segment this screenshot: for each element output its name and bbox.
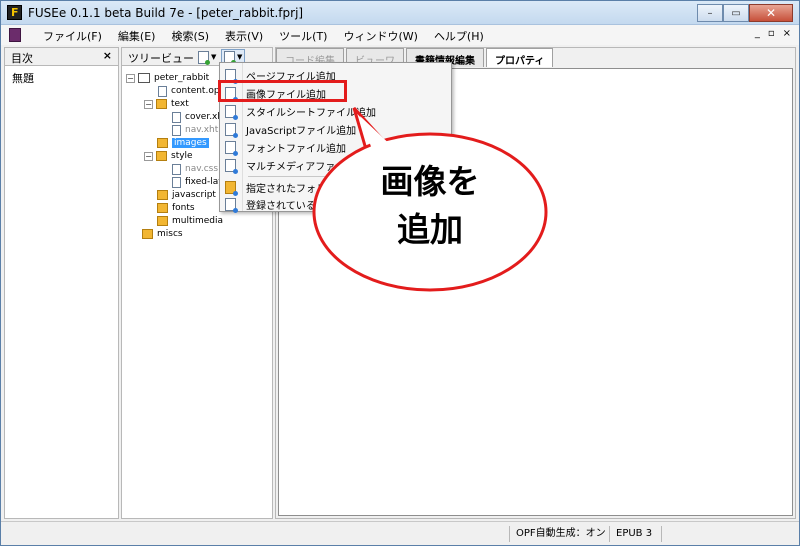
add-font-icon (225, 140, 238, 156)
collapse-icon[interactable]: − (144, 151, 153, 161)
file-icon (172, 163, 181, 175)
menu-tools[interactable]: ツール(T) (271, 28, 335, 44)
menu-help[interactable]: ヘルプ(H) (426, 28, 492, 44)
collapse-icon[interactable]: − (126, 73, 135, 83)
toc-panel-header: 目次 × (5, 48, 118, 66)
tree-node-nav-css[interactable]: nav.css (172, 163, 218, 175)
folder-icon (142, 229, 153, 239)
tree-node-miscs[interactable]: miscs (142, 228, 183, 240)
tree-node-content-opf[interactable]: content.opf (158, 85, 223, 97)
app-icon: F (7, 5, 22, 20)
document-icon[interactable] (9, 28, 21, 42)
add-javascript-icon (225, 122, 238, 138)
add-file-dropdown-button[interactable]: ▼ (198, 49, 216, 65)
menu-item-add-font[interactable]: フォントファイル追加 (220, 138, 451, 156)
folder-icon (156, 99, 167, 109)
menu-item-add-stylesheet[interactable]: スタイルシートファイル追加 (220, 102, 451, 120)
status-empty (661, 526, 721, 542)
toc-panel: 目次 × 無題 (4, 47, 119, 519)
menu-item-label: JavaScriptファイル追加 (246, 125, 357, 137)
add-stylesheet-icon (225, 104, 238, 120)
tree-panel-title: ツリービュー (128, 52, 194, 65)
folder-icon (225, 180, 238, 196)
menu-item-label: スタイルシートファイル追加 (246, 107, 376, 119)
tree-node-style[interactable]: − style (144, 150, 193, 162)
folder-icon (157, 138, 168, 148)
folder-icon (157, 216, 168, 226)
tree-node-images[interactable]: images (157, 137, 209, 149)
menu-item-label: 登録されている (246, 200, 316, 212)
menu-item-add-javascript[interactable]: JavaScriptファイル追加 (220, 120, 451, 138)
restore-button[interactable]: ▭ (723, 4, 749, 22)
status-epub-version: EPUB 3 (609, 526, 652, 542)
tree-node-text[interactable]: − text (144, 98, 189, 110)
close-button[interactable]: ✕ (749, 4, 793, 22)
folder-icon (157, 190, 168, 200)
highlight-box (218, 80, 347, 102)
add-multimedia-icon (225, 158, 238, 174)
menu-item-label: 指定されたフォルダ (246, 183, 336, 195)
tree-node-javascript[interactable]: javascript (157, 189, 216, 201)
app-icon-letter: F (11, 6, 19, 19)
collapse-icon[interactable]: − (144, 99, 153, 109)
tree-node-label: nav.css (185, 164, 219, 174)
menu-edit[interactable]: 編集(E) (110, 28, 164, 44)
tree-node-fonts[interactable]: fonts (157, 202, 195, 214)
status-bar: OPF自動生成：オン EPUB 3 (1, 521, 799, 545)
tree-node-multimedia[interactable]: multimedia (157, 215, 223, 227)
tree-node-label: images (172, 138, 209, 148)
file-icon (158, 85, 167, 97)
toc-panel-title: 目次 (11, 52, 33, 65)
registered-file-icon (225, 197, 238, 213)
menu-search[interactable]: 検索(S) (163, 28, 217, 44)
toc-item[interactable]: 無題 (12, 70, 34, 86)
tree-node-label: text (171, 99, 189, 109)
tree-node-label: content.opf (171, 86, 223, 96)
tree-node-label: miscs (157, 229, 183, 239)
window-controls: – ▭ ✕ (697, 4, 793, 22)
callout-text: 画像を 追加 (330, 158, 530, 254)
tree-node-label: javascript (172, 190, 216, 200)
file-icon (172, 176, 181, 188)
tree-node-label: peter_rabbit (154, 73, 210, 83)
dropdown-arrow-icon: ▼ (237, 53, 243, 61)
callout-line-2: 追加 (397, 210, 463, 249)
menu-item-label: フォントファイル追加 (246, 143, 346, 155)
tree-node-label: fonts (172, 203, 195, 213)
file-icon (172, 124, 181, 136)
mdi-minimize-button[interactable]: _ (755, 28, 760, 39)
menu-items: ファイル(F) 編集(E) 検索(S) 表示(V) ツール(T) ウィンドウ(W… (35, 28, 492, 44)
folder-icon (157, 203, 168, 213)
minimize-button[interactable]: – (697, 4, 723, 22)
menu-window[interactable]: ウィンドウ(W) (335, 28, 425, 44)
menu-bar: ファイル(F) 編集(E) 検索(S) 表示(V) ツール(T) ウィンドウ(W… (1, 25, 799, 45)
tab-properties[interactable]: プロパティ (486, 48, 554, 67)
menu-file[interactable]: ファイル(F) (35, 28, 110, 44)
menu-view[interactable]: 表示(V) (217, 28, 271, 44)
window-title: FUSEe 0.1.1 beta Build 7e - [peter_rabbi… (28, 6, 304, 20)
tree-node-label: multimedia (172, 216, 224, 226)
tree-node-label: style (171, 151, 193, 161)
callout-line-1: 画像を (380, 162, 480, 201)
status-opf-auto: OPF自動生成：オン (509, 526, 606, 542)
file-icon (172, 111, 181, 123)
mdi-restore-button[interactable]: ▫ (768, 28, 775, 39)
mdi-controls: _ ▫ × (755, 28, 791, 39)
tree-node-root[interactable]: − peter_rabbit (126, 72, 209, 84)
add-file-icon (198, 50, 210, 65)
title-bar: F FUSEe 0.1.1 beta Build 7e - [peter_rab… (1, 1, 799, 25)
folder-icon (156, 151, 167, 161)
toc-panel-close-icon[interactable]: × (103, 49, 112, 62)
dropdown-arrow-icon: ▼ (211, 53, 217, 61)
book-icon (138, 73, 150, 83)
mdi-close-button[interactable]: × (783, 28, 791, 39)
